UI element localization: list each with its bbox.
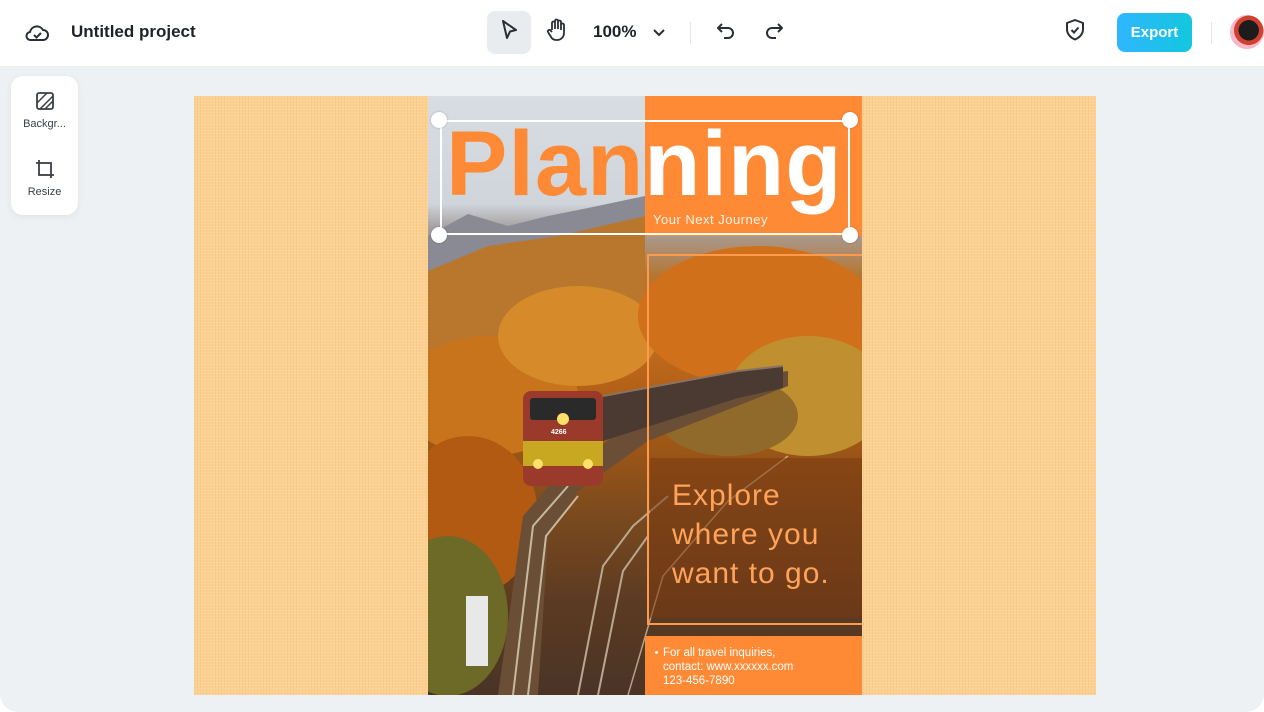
undo-icon — [716, 20, 736, 45]
cloud-sync-icon[interactable] — [22, 18, 52, 48]
tagline-line: where you — [672, 518, 820, 551]
toolbar-divider-2 — [1211, 22, 1212, 44]
contact-line: contact: www.xxxxxx.com — [663, 661, 794, 673]
contact-line: For all travel inquiries, — [655, 646, 793, 660]
undo-button[interactable] — [704, 11, 748, 54]
security-button[interactable] — [1053, 11, 1097, 54]
zoom-level[interactable]: 100% — [593, 22, 636, 42]
selection-box[interactable] — [440, 120, 850, 235]
poster-contact[interactable]: For all travel inquiries, contact: www.x… — [655, 646, 793, 688]
cursor-icon — [499, 19, 519, 46]
tagline-line: Explore — [672, 479, 781, 512]
export-button[interactable]: Export — [1117, 13, 1192, 52]
hand-tool-button[interactable] — [535, 11, 579, 54]
poster-tagline[interactable]: Explore where you want to go. — [672, 476, 830, 593]
left-tool-panel: Backgr... Resize — [11, 76, 78, 215]
contact-line-text: For all travel inquiries, — [663, 647, 776, 659]
chevron-down-icon[interactable] — [646, 20, 672, 46]
redo-icon — [764, 20, 784, 45]
top-toolbar: Untitled project 100% Export — [0, 0, 1264, 66]
design-canvas[interactable]: 4266 Planning Your Next Journey Explore … — [194, 96, 1096, 695]
shield-check-icon — [1064, 18, 1086, 47]
select-tool-button[interactable] — [487, 11, 531, 54]
train-number: 4266 — [551, 429, 567, 436]
sidebar-item-label: Backgr... — [23, 118, 66, 130]
redo-button[interactable] — [752, 11, 796, 54]
resize-handle-top-left[interactable] — [431, 112, 447, 128]
sidebar-item-background[interactable]: Backgr... — [11, 76, 78, 138]
editor-app: Untitled project 100% Export Backgr... R… — [0, 0, 1264, 712]
toolbar-divider — [690, 22, 691, 44]
resize-handle-bottom-left[interactable] — [431, 227, 447, 243]
resize-handle-top-right[interactable] — [842, 112, 858, 128]
hand-icon — [546, 18, 568, 47]
bullet-icon — [655, 651, 658, 655]
sidebar-item-label: Resize — [27, 186, 62, 198]
resize-icon — [34, 158, 56, 180]
tagline-line: want to go. — [672, 557, 830, 590]
project-title[interactable]: Untitled project — [71, 22, 196, 42]
sidebar-item-resize[interactable]: Resize — [11, 144, 78, 206]
contact-line: 123-456-7890 — [663, 675, 735, 687]
background-icon — [34, 90, 56, 112]
avatar[interactable] — [1230, 15, 1264, 49]
resize-handle-bottom-right[interactable] — [842, 227, 858, 243]
